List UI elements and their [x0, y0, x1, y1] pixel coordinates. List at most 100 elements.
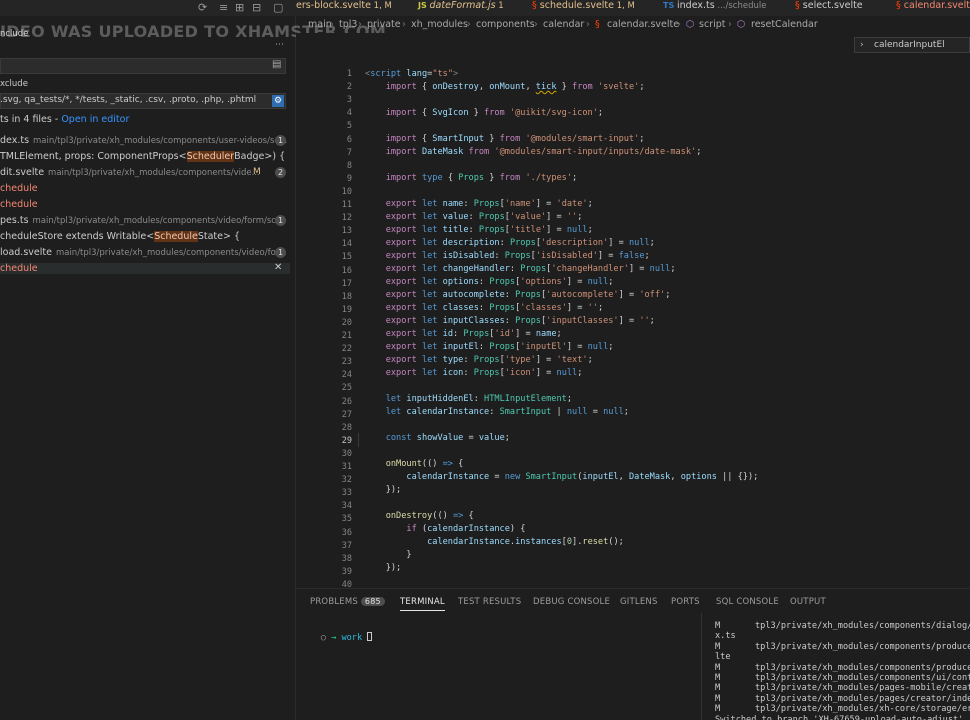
tab-sql-console[interactable]: SQL CONSOLE	[716, 597, 779, 607]
terminal-prompt[interactable]: ○ → work	[300, 622, 373, 653]
code-line: export let classes: Props['classes'] = '…	[385, 303, 604, 313]
result-match[interactable]: cheduleStore extends Writable<ScheduleSt…	[0, 231, 240, 242]
editor-tab-bar: ⟳ ≡ ⊞ ⊟ ▢ ers-block.svelte 1, M JS dateF…	[0, 0, 970, 16]
tab-dateformat[interactable]: JS dateFormat.js 1	[418, 0, 504, 14]
find-widget[interactable]: › calendarInputEl	[854, 37, 970, 53]
tab-output[interactable]: OUTPUT	[790, 597, 826, 607]
code-line: export let autocomplete: Props['autocomp…	[385, 290, 671, 300]
tab-debug-console[interactable]: DEBUG CONSOLE	[533, 597, 610, 607]
code-line: import DateMask from '@modules/smart-inp…	[385, 147, 702, 157]
tab-terminal[interactable]: TERMINAL	[400, 597, 445, 611]
terminal-split-output[interactable]: Mtpl3/private/xh_modules/components/dial…	[715, 621, 970, 720]
prompt-circle-icon: ○	[320, 633, 326, 643]
collapse-all-icon[interactable]: ⊟	[252, 1, 261, 14]
terminal-output-line: Mtpl3/private/xh_modules/xh-core/storage…	[715, 704, 970, 715]
breadcrumb-item[interactable]: resetCalendar	[751, 19, 818, 30]
breadcrumb-item[interactable]: tpl3	[339, 19, 357, 30]
code-line: export let type: Props['type'] = 'text';	[385, 355, 593, 365]
code-line: import { SvgIcon } from '@uikit/svg-icon…	[385, 108, 604, 118]
code-line: export let value: Props['value'] = '';	[385, 212, 583, 222]
tab-schedule[interactable]: § schedule.svelte 1, M	[532, 0, 635, 14]
tab-path: .../schedule	[714, 1, 767, 11]
breadcrumb-item[interactable]: private	[367, 19, 401, 30]
exclude-settings-icon[interactable]: ⚙	[272, 95, 284, 107]
result-file[interactable]: pes.ts main/tpl3/private/xh_modules/compo…	[0, 215, 284, 226]
more-icon[interactable]: ⋯	[275, 40, 284, 50]
results-summary-text: ts in 4 files -	[0, 114, 62, 125]
refresh-icon[interactable]: ⟳	[198, 1, 207, 14]
breadcrumb-item[interactable]: main	[308, 19, 332, 30]
breadcrumb: main › tpl3 › private › xh_modules › com…	[296, 17, 970, 33]
result-file[interactable]: load.svelte main/tpl3/private/xh_modules/…	[0, 247, 287, 258]
result-file[interactable]: dex.ts main/tpl3/private/xh_modules/compo…	[0, 135, 287, 146]
match-highlight: Scheduler	[186, 151, 235, 162]
code-line: calendarInstance.instances[0].reset();	[427, 537, 624, 547]
code-line: export let description: Props['descripti…	[385, 238, 655, 248]
git-status: M	[715, 683, 721, 694]
chevron-right-icon: ›	[586, 19, 590, 30]
tab-ports[interactable]: PORTS	[671, 597, 700, 607]
line-number: 32	[341, 475, 352, 486]
tab-select[interactable]: § select.svelte	[795, 0, 863, 14]
result-match[interactable]: chedule	[0, 263, 290, 274]
result-file-name: pes.ts	[0, 215, 29, 226]
git-status: M	[715, 704, 721, 715]
match-context: Badge>) {	[234, 151, 286, 162]
line-number: 27	[341, 409, 352, 420]
tab-problems[interactable]: PROBLEMS 685	[310, 597, 385, 607]
chevron-right-icon: ›	[677, 19, 681, 30]
new-search-icon[interactable]: ⊞	[235, 1, 244, 14]
breadcrumb-item[interactable]: script	[699, 19, 725, 30]
book-icon[interactable]: ▤	[272, 59, 281, 70]
tab-gitlens[interactable]: GITLENS	[620, 597, 658, 607]
line-number: 35	[341, 514, 352, 525]
line-number: 30	[341, 448, 352, 459]
tab-ers-block[interactable]: ers-block.svelte 1, M	[296, 0, 392, 14]
line-number: 28	[341, 422, 352, 433]
files-to-exclude-value: .svg, qa_tests/*, */tests, _static, .csv…	[0, 95, 257, 105]
terminal-output-line: Mtpl3/private/xh_modules/pages/creator/i…	[715, 694, 970, 704]
line-number: 10	[341, 186, 352, 197]
breadcrumb-item[interactable]: xh_modules	[411, 19, 468, 30]
line-number: 1	[346, 69, 352, 79]
tab-test-results[interactable]: TEST RESULTS	[458, 597, 521, 607]
code-line: export let inputEl: Props['inputEl'] = n…	[385, 342, 614, 352]
tab-index-ts[interactable]: TS index.ts .../schedule	[663, 0, 766, 14]
chevron-right-icon: ›	[534, 19, 538, 30]
chevron-right-icon: ›	[402, 19, 406, 30]
breadcrumb-item[interactable]: calendar.svelte	[607, 19, 679, 30]
breadcrumb-item[interactable]: components	[476, 19, 535, 30]
terminal-output-line: Mtpl3/private/xh_modules/components/prod…	[715, 642, 970, 652]
chevron-right-icon[interactable]: ›	[860, 40, 864, 50]
tab-label: dateFormat.js	[429, 0, 496, 11]
git-path: tpl3/private/xh_modules/components/ui/co…	[755, 673, 970, 683]
code-line: onDestroy(() => {	[385, 511, 474, 521]
files-to-include-input[interactable]	[0, 58, 286, 74]
line-number: 31	[341, 462, 352, 472]
breadcrumb-item[interactable]: calendar	[543, 19, 584, 30]
dismiss-icon[interactable]: ✕	[274, 262, 282, 273]
result-file[interactable]: dit.svelte main/tpl3/private/xh_modules/c…	[0, 167, 260, 178]
clear-results-icon[interactable]: ≡	[219, 1, 228, 14]
line-number: 22	[341, 344, 352, 355]
result-match[interactable]: TMLElement, props: ComponentProps<Schedu…	[0, 151, 285, 162]
code-line: <script lang="ts">	[365, 69, 459, 79]
terminal-output-line: Mtpl3/private/xh_modules/components/ui/c…	[715, 673, 970, 683]
modified-indicator: M	[253, 167, 261, 177]
open-in-editor-link[interactable]: Open in editor	[61, 114, 129, 125]
result-count-badge: 1	[275, 215, 286, 226]
result-file-path: main/tpl3/private/xh_modules/components/…	[33, 136, 288, 146]
find-input-value[interactable]: calendarInputEl	[874, 40, 945, 50]
code-editor[interactable]: › calendarInputEl 1 2 3 4 5 6 7 8 9 10 11 12 13 14 15 1…	[296, 33, 970, 590]
line-number: 19	[341, 304, 352, 315]
view-as-tree-icon[interactable]: ▢	[273, 1, 283, 14]
code-line: const showValue = value;	[385, 433, 510, 443]
result-match[interactable]: chedule	[0, 199, 38, 210]
chevron-right-icon: ›	[358, 19, 362, 30]
result-count-badge: 1	[275, 135, 286, 146]
tab-modified: 1, M	[370, 1, 392, 11]
tab-calendar[interactable]: § calendar.svelte	[896, 0, 970, 14]
code-line: import type { Props } from './types';	[385, 173, 578, 183]
result-match[interactable]: chedule	[0, 183, 38, 194]
git-path: tpl3/private/xh_modules/components/dialo…	[755, 621, 970, 631]
